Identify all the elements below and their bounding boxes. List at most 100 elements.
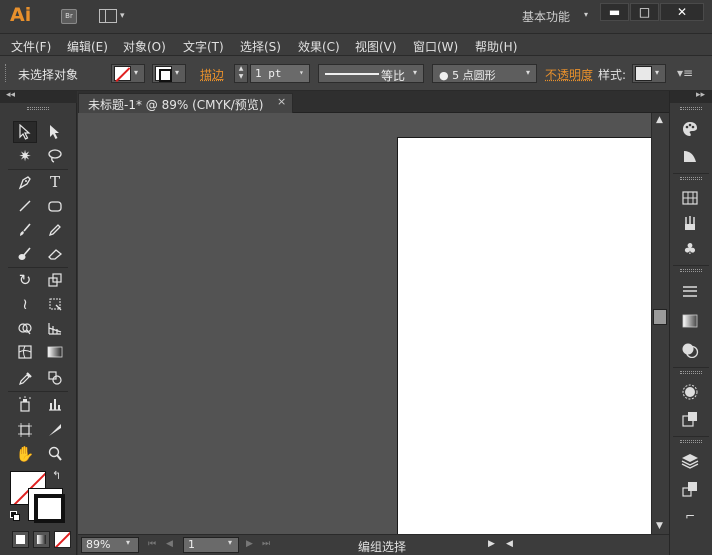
- scroll-up-icon[interactable]: ▲: [656, 115, 663, 125]
- appearance-panel-icon[interactable]: [678, 381, 702, 403]
- menu-window[interactable]: 窗口(W): [413, 38, 458, 55]
- mesh-tool-icon[interactable]: [13, 341, 37, 363]
- expand-panels-icon[interactable]: ▸▸: [696, 90, 705, 100]
- collapse-icon[interactable]: ◂◂: [6, 90, 15, 100]
- none-mode-button[interactable]: [54, 531, 71, 548]
- opacity-label-link[interactable]: 不透明度: [545, 66, 593, 83]
- menu-file[interactable]: 文件(F): [11, 38, 51, 55]
- menu-effect[interactable]: 效果(C): [298, 38, 340, 55]
- scroll-down-icon[interactable]: ▼: [656, 521, 663, 531]
- free-transform-tool-icon[interactable]: [43, 293, 67, 315]
- type-tool-icon[interactable]: T: [43, 171, 67, 193]
- line-segment-tool-icon[interactable]: [13, 195, 37, 217]
- menu-object[interactable]: 对象(O): [123, 38, 166, 55]
- direct-selection-tool-icon[interactable]: [43, 121, 67, 143]
- graphic-styles-panel-icon[interactable]: [678, 408, 702, 430]
- slice-tool-icon[interactable]: [43, 419, 67, 441]
- workspace-switcher[interactable]: 基本功能 ▾: [522, 8, 598, 26]
- document-tab[interactable]: 未标题-1* @ 89% (CMYK/预览) ×: [78, 93, 293, 113]
- close-tab-icon[interactable]: ×: [277, 95, 286, 108]
- brushes-panel-icon[interactable]: [678, 212, 702, 234]
- pen-tool-icon[interactable]: [13, 171, 37, 193]
- stroke-color-box[interactable]: [28, 488, 65, 523]
- default-fill-stroke-icon[interactable]: [10, 511, 20, 521]
- menu-edit[interactable]: 编辑(E): [67, 38, 108, 55]
- color-guide-panel-icon[interactable]: [678, 145, 702, 167]
- panel-group-grip[interactable]: [680, 177, 702, 180]
- artboard[interactable]: [397, 137, 651, 534]
- canvas-area[interactable]: [78, 113, 651, 534]
- stroke-weight-field[interactable]: 1 pt ▾: [250, 64, 310, 83]
- panel-group-grip[interactable]: [680, 440, 702, 443]
- minimize-button[interactable]: ▬: [600, 3, 629, 21]
- panel-group-grip[interactable]: [680, 269, 702, 272]
- gradient-tool-icon[interactable]: [43, 341, 67, 363]
- stroke-weight-stepper[interactable]: ▲ ▼: [234, 64, 248, 83]
- pencil-tool-icon[interactable]: [43, 219, 67, 241]
- transparency-panel-icon[interactable]: [678, 339, 702, 361]
- stroke-panel-icon[interactable]: [678, 281, 702, 303]
- fill-color-swatch[interactable]: ▾: [111, 64, 145, 83]
- panel-group-grip[interactable]: [680, 107, 702, 110]
- control-bar-grip[interactable]: [5, 64, 8, 82]
- status-menu-icon[interactable]: ▶: [488, 539, 495, 549]
- hand-tool-icon[interactable]: ✋: [13, 443, 37, 465]
- zoom-tool-icon[interactable]: [43, 443, 67, 465]
- gradient-panel-icon[interactable]: [678, 310, 702, 332]
- artboard-tool-icon[interactable]: [13, 419, 37, 441]
- panel-group-grip[interactable]: [680, 371, 702, 374]
- vertical-scrollbar[interactable]: ▲ ▼: [651, 113, 669, 534]
- go-to-bridge-button[interactable]: Br: [61, 9, 77, 24]
- menu-select[interactable]: 选择(S): [240, 38, 281, 55]
- arrange-documents-button[interactable]: ▾: [99, 9, 129, 24]
- panel-menu-icon[interactable]: ▾≡: [677, 66, 693, 80]
- links-panel-icon[interactable]: ⌐: [678, 505, 702, 527]
- blob-brush-tool-icon[interactable]: [13, 243, 37, 265]
- lasso-tool-icon[interactable]: [43, 145, 67, 167]
- selection-tool-icon[interactable]: [13, 121, 37, 143]
- swatches-panel-icon[interactable]: [678, 187, 702, 209]
- magic-wand-tool-icon[interactable]: ✷: [13, 145, 37, 167]
- symbols-panel-icon[interactable]: ♣: [678, 238, 702, 260]
- width-tool-icon[interactable]: ≀: [13, 293, 37, 315]
- paintbrush-tool-icon[interactable]: [13, 219, 37, 241]
- brush-definition-dropdown[interactable]: ● 5 点圆形 ▾: [432, 64, 537, 83]
- chevron-down-icon[interactable]: ▾: [126, 538, 130, 547]
- status-text[interactable]: 编组选择: [358, 538, 406, 555]
- eyedropper-tool-icon[interactable]: [13, 367, 37, 389]
- layers-panel-icon[interactable]: [678, 450, 702, 472]
- rotate-tool-icon[interactable]: ↻: [13, 269, 37, 291]
- previous-artboard-icon[interactable]: ◀: [166, 539, 173, 549]
- color-panel-icon[interactable]: [678, 118, 702, 140]
- gradient-mode-button[interactable]: [33, 531, 50, 548]
- panel-divider: [673, 436, 709, 437]
- shape-builder-tool-icon[interactable]: [13, 317, 37, 339]
- stroke-label-link[interactable]: 描边: [200, 66, 224, 83]
- zoom-level-field[interactable]: 89%: [81, 537, 139, 553]
- first-artboard-icon[interactable]: ⏮: [148, 539, 156, 549]
- chevron-down-icon[interactable]: ▾: [228, 538, 232, 547]
- rounded-rectangle-tool-icon[interactable]: [43, 195, 67, 217]
- column-graph-tool-icon[interactable]: [43, 393, 67, 415]
- scrollbar-thumb[interactable]: [653, 309, 667, 325]
- scroll-left-icon[interactable]: ◀: [506, 539, 513, 549]
- symbol-sprayer-tool-icon[interactable]: [13, 393, 37, 415]
- variable-width-profile-dropdown[interactable]: 等比 ▾: [318, 64, 424, 83]
- artboards-panel-icon[interactable]: [678, 478, 702, 500]
- last-artboard-icon[interactable]: ⏭: [262, 539, 270, 549]
- graphic-style-swatch[interactable]: ▾: [632, 64, 666, 83]
- menu-type[interactable]: 文字(T): [183, 38, 224, 55]
- color-mode-button[interactable]: [12, 531, 29, 548]
- scale-tool-icon[interactable]: [43, 269, 67, 291]
- blend-tool-icon[interactable]: [43, 367, 67, 389]
- maximize-button[interactable]: □: [630, 3, 659, 21]
- swap-fill-stroke-icon[interactable]: ↰: [52, 469, 61, 482]
- stroke-color-swatch[interactable]: ▾: [152, 64, 186, 83]
- perspective-grid-tool-icon[interactable]: [43, 317, 67, 339]
- menu-view[interactable]: 视图(V): [355, 38, 397, 55]
- close-button[interactable]: ✕: [660, 3, 704, 21]
- menu-help[interactable]: 帮助(H): [475, 38, 517, 55]
- eraser-tool-icon[interactable]: [43, 243, 67, 265]
- next-artboard-icon[interactable]: ▶: [246, 539, 253, 549]
- tools-panel-grip[interactable]: [27, 107, 49, 110]
